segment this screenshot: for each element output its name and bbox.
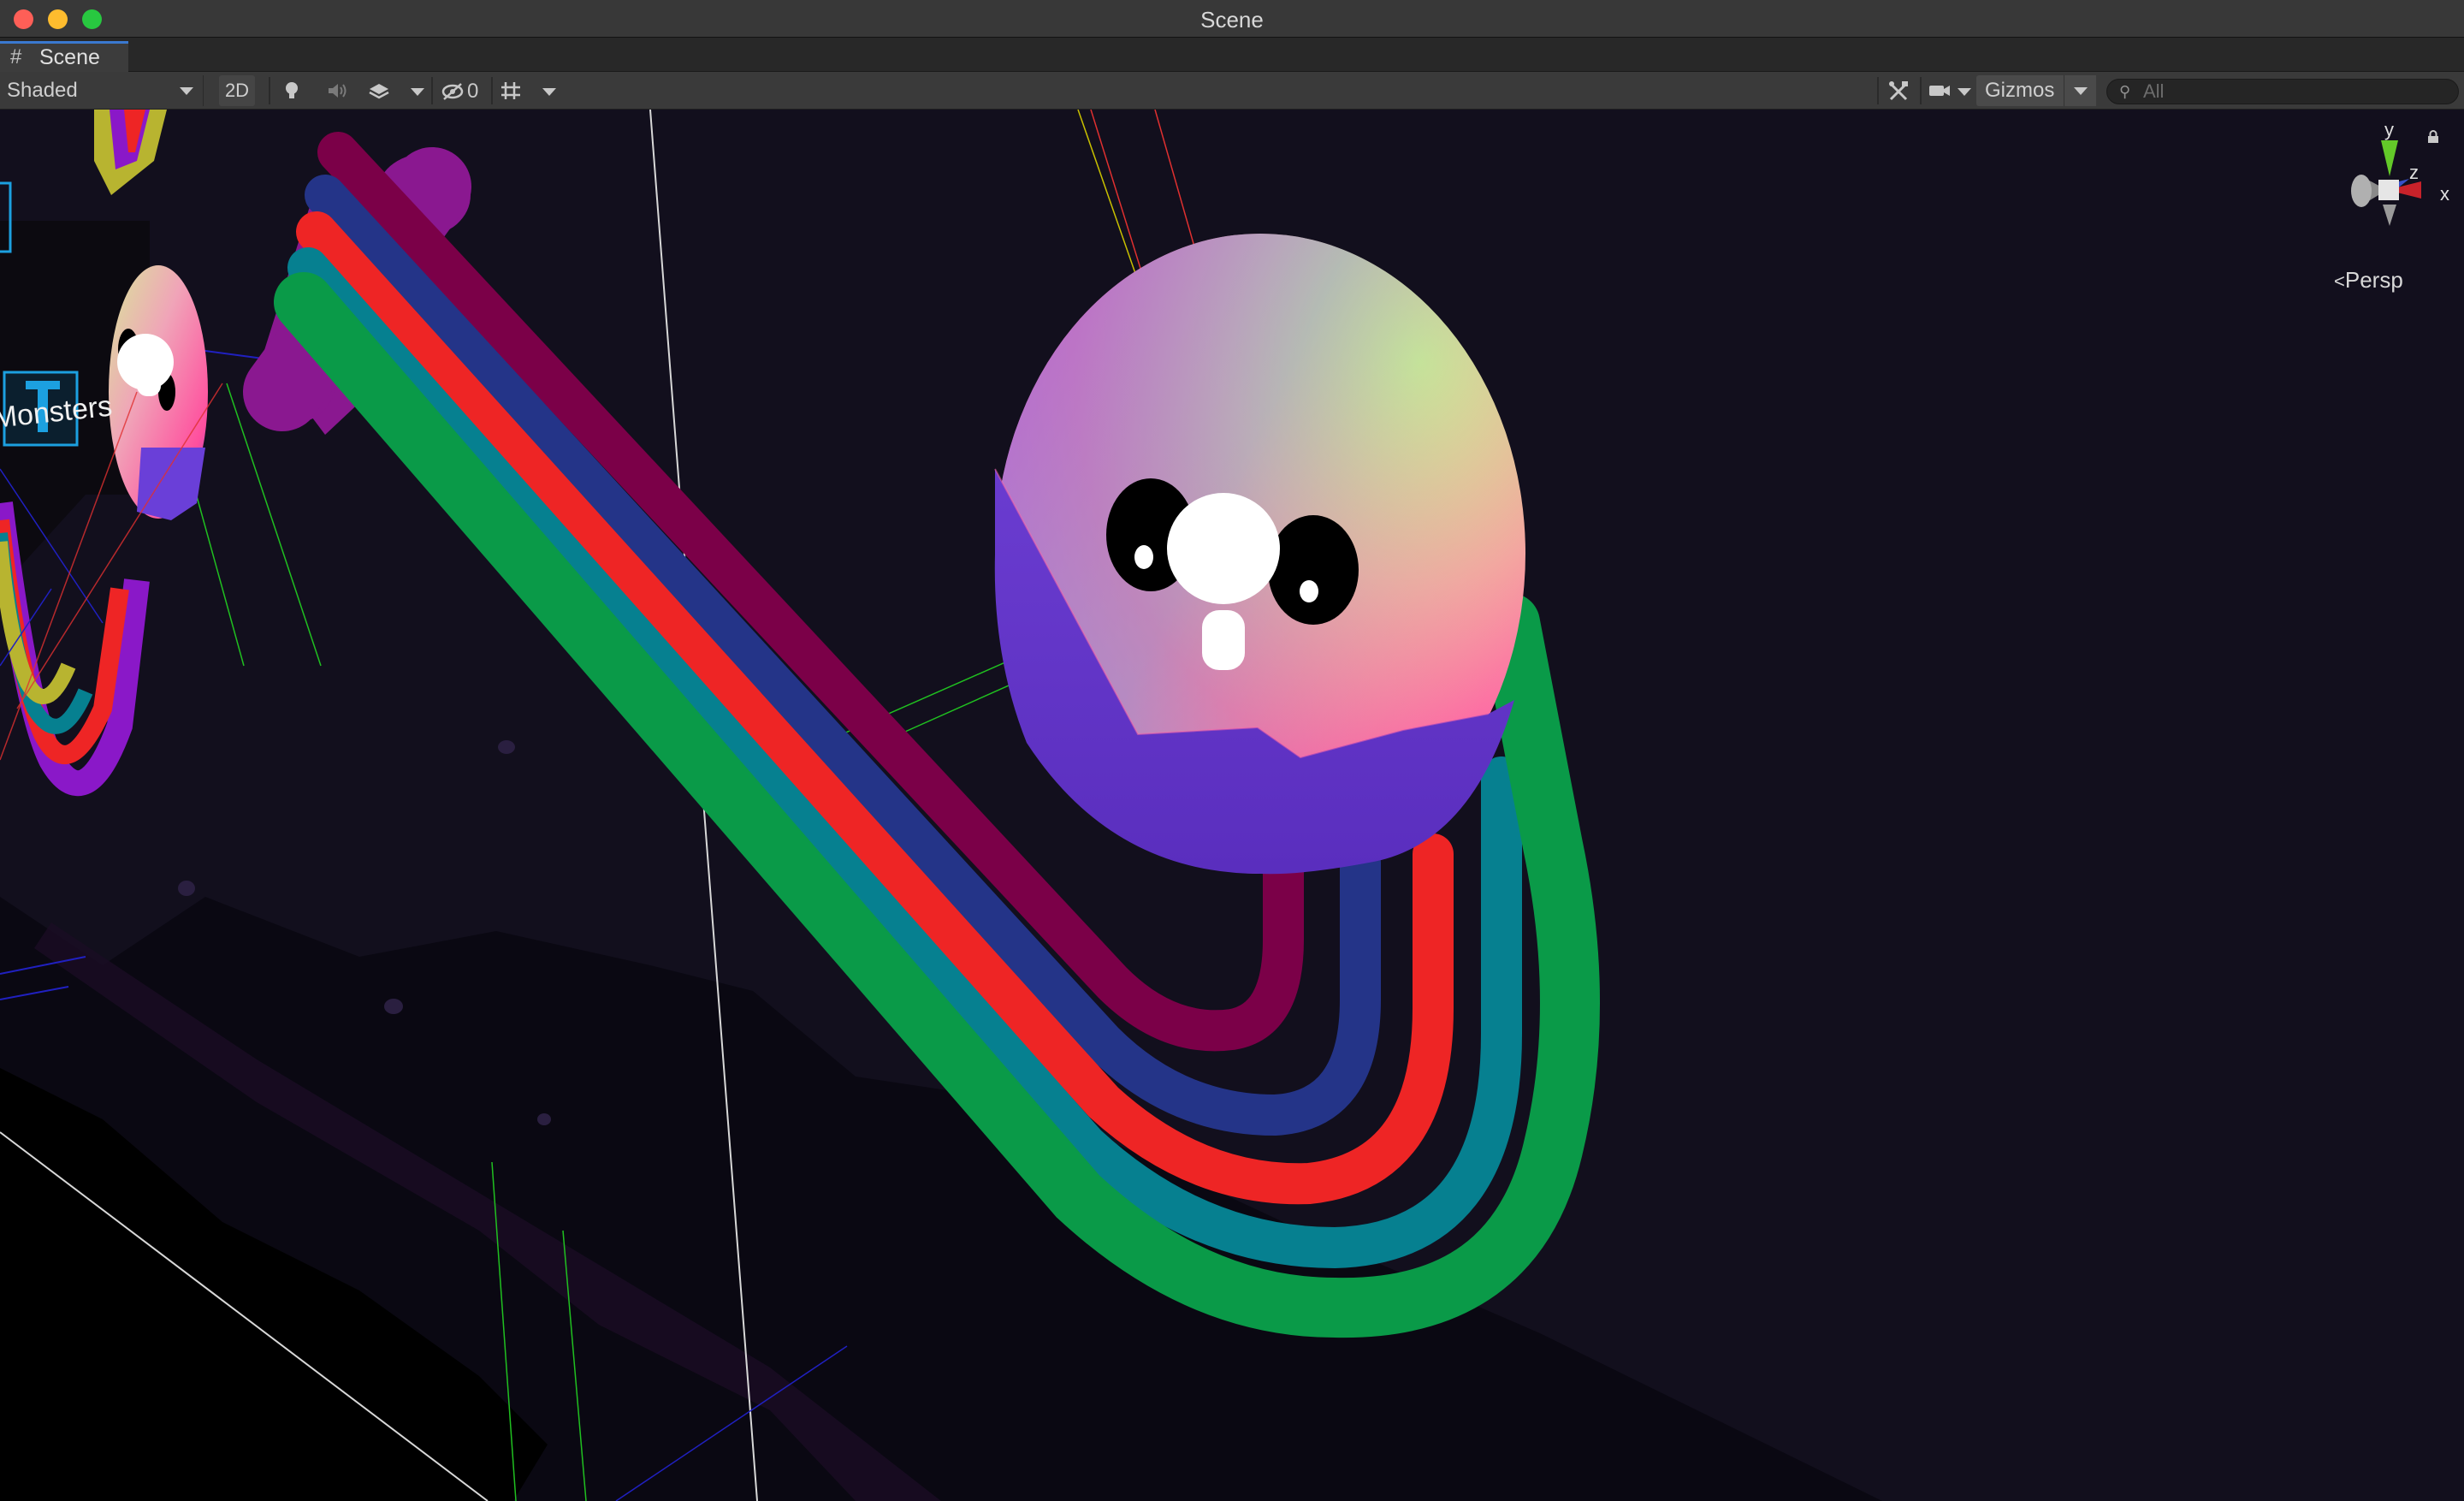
gizmos-button[interactable]: Gizmos [1976, 75, 2077, 106]
effects-dropdown-icon[interactable] [411, 88, 424, 96]
toggle-2d-label: 2D [224, 80, 250, 101]
hidden-count: 0 [467, 79, 479, 103]
eye-slash-icon [441, 82, 464, 100]
audio-speaker-icon[interactable] [323, 79, 349, 103]
scene-search-input[interactable]: ⚲ All [2106, 79, 2459, 104]
persp-arrow-icon: < [2334, 270, 2345, 292]
chevron-down-icon [180, 87, 193, 95]
draw-mode-label: Shaded [7, 79, 78, 102]
hidden-objects-toggle[interactable]: 0 [440, 79, 488, 103]
tab-scene-label: Scene [39, 45, 100, 69]
toolbar-divider [491, 77, 493, 104]
window-title: Scene [1200, 7, 1264, 33]
effects-layers-icon[interactable] [366, 79, 392, 103]
search-icon: ⚲ [2119, 83, 2131, 100]
toolbar-divider [431, 77, 433, 104]
lightbulb-icon[interactable] [279, 79, 305, 103]
title-bar: Scene [0, 0, 2464, 38]
camera-icon[interactable] [1927, 79, 1952, 103]
gizmos-label: Gizmos [1985, 79, 2055, 102]
search-placeholder: All [2143, 80, 2165, 102]
draw-mode-dropdown[interactable]: Shaded [0, 75, 204, 106]
camera-dropdown-icon[interactable] [1958, 88, 1971, 96]
lock-icon[interactable] [2426, 130, 2440, 144]
tab-bar: # Scene ⋮ [0, 38, 2464, 104]
grid-dropdown-icon[interactable] [542, 88, 556, 96]
grid-snap-icon[interactable] [498, 79, 524, 103]
chevron-down-icon [2074, 87, 2088, 95]
toggle-2d-button[interactable]: 2D [219, 75, 255, 106]
scene-viewport[interactable]: Monsters y z x <Persp [0, 110, 2464, 1501]
tools-icon[interactable] [1886, 79, 1911, 103]
toolbar-divider [1877, 77, 1879, 104]
projection-label: Persp [2344, 267, 2403, 293]
scene-window: Scene # Scene ⋮ Shaded 2D [0, 0, 2464, 1501]
toolbar-divider [269, 77, 270, 104]
tab-scene[interactable]: # Scene [0, 41, 128, 72]
gizmos-dropdown[interactable] [2064, 75, 2096, 106]
axis-x-label: x [2440, 183, 2449, 205]
toolbar-divider [1920, 77, 1922, 104]
axis-y-label: y [2384, 123, 2394, 140]
scene-render: Monsters [0, 110, 2464, 1501]
hash-icon: # [10, 45, 22, 68]
scene-toolbar: Shaded 2D 0 Gizmos ⚲ All [0, 72, 2464, 110]
projection-toggle[interactable]: <Persp [2334, 267, 2403, 294]
axis-z-label: z [2409, 162, 2419, 183]
